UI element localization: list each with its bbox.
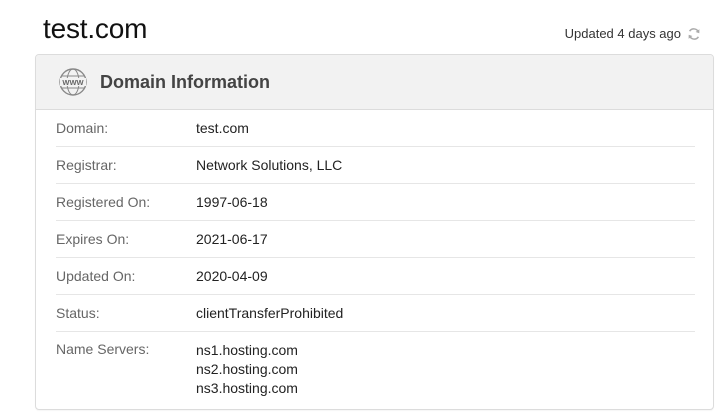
card-header: WWW Domain Information bbox=[36, 55, 713, 110]
name-server-item: ns2.hosting.com bbox=[196, 361, 298, 377]
row-updated-on: Updated On: 2020-04-09 bbox=[56, 258, 695, 295]
name-server-item: ns3.hosting.com bbox=[196, 380, 298, 396]
row-label: Name Servers: bbox=[56, 341, 150, 357]
updated-status: Updated 4 days ago bbox=[565, 26, 701, 41]
row-value: 2021-06-17 bbox=[196, 231, 268, 247]
row-label: Registrar: bbox=[56, 157, 117, 173]
row-value: Network Solutions, LLC bbox=[196, 157, 343, 173]
row-domain: Domain: test.com bbox=[56, 110, 695, 147]
row-registrar: Registrar: Network Solutions, LLC bbox=[56, 147, 695, 184]
row-name-servers: Name Servers: ns1.hosting.com ns2.hostin… bbox=[56, 332, 695, 398]
svg-text:WWW: WWW bbox=[62, 78, 84, 87]
row-label: Domain: bbox=[56, 120, 109, 136]
row-value: 1997-06-18 bbox=[196, 194, 268, 210]
row-label: Expires On: bbox=[56, 231, 130, 247]
row-label: Updated On: bbox=[56, 268, 136, 284]
www-globe-icon: WWW bbox=[58, 67, 88, 97]
refresh-icon[interactable] bbox=[687, 27, 701, 41]
row-value: clientTransferProhibited bbox=[196, 305, 344, 321]
info-rows: Domain: test.com Registrar: Network Solu… bbox=[36, 110, 713, 398]
row-value: 2020-04-09 bbox=[196, 268, 268, 284]
card-title: Domain Information bbox=[100, 71, 270, 92]
page-title: test.com bbox=[43, 13, 148, 44]
row-registered-on: Registered On: 1997-06-18 bbox=[56, 184, 695, 221]
row-value: test.com bbox=[196, 120, 249, 136]
domain-information-card: WWW Domain Information Domain: test.com … bbox=[35, 54, 714, 410]
name-server-item: ns1.hosting.com bbox=[196, 342, 298, 358]
row-label: Status: bbox=[56, 305, 100, 321]
name-server-list: ns1.hosting.com ns2.hosting.com ns3.host… bbox=[196, 341, 298, 398]
row-status: Status: clientTransferProhibited bbox=[56, 295, 695, 332]
updated-text: Updated 4 days ago bbox=[564, 26, 681, 41]
row-label: Registered On: bbox=[56, 194, 151, 210]
row-expires-on: Expires On: 2021-06-17 bbox=[56, 221, 695, 258]
